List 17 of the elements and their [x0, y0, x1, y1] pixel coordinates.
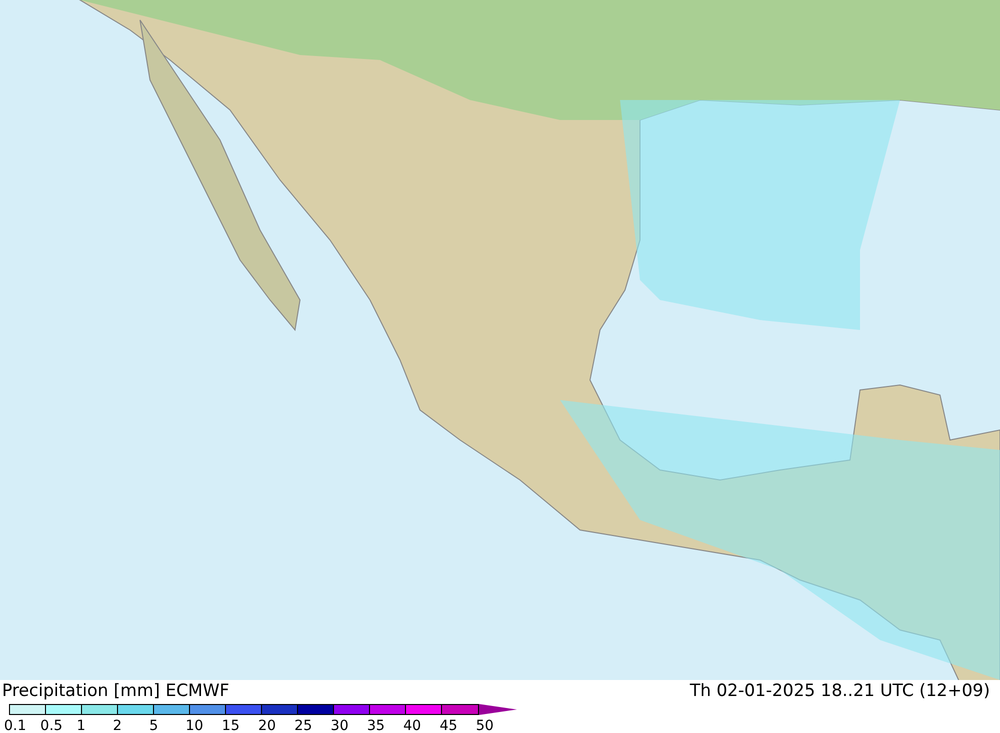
scale-label: 2: [112, 718, 122, 733]
scale-label: 35: [366, 718, 385, 733]
scale-label: 15: [222, 718, 240, 733]
overflow-arrow-icon: [479, 704, 517, 715]
scale-label: 10: [185, 718, 204, 733]
valid-time: Th 02-01-2025 18..21 UTC (12+09): [690, 681, 990, 701]
map-title: Precipitation [mm] ECMWF: [2, 681, 230, 701]
scale-label: 25: [294, 718, 312, 733]
scale-label: 0.1: [4, 718, 26, 733]
scale-label: 0.5: [40, 718, 63, 733]
scale-label: 20: [258, 718, 276, 733]
scale-label: 30: [330, 718, 348, 733]
scale-label: 5: [149, 718, 158, 733]
scale-label: 45: [440, 718, 458, 733]
scale-label: 40: [403, 718, 422, 733]
scale-label: 1: [76, 718, 86, 733]
scale-label: 50: [476, 718, 494, 733]
